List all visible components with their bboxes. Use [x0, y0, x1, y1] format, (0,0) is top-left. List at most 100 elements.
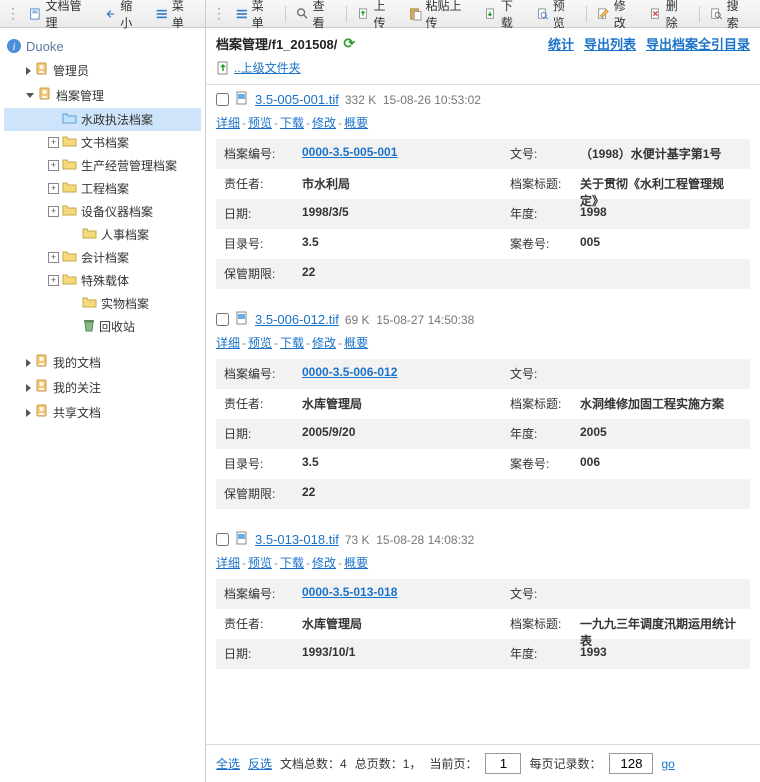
field-value: 0000-3.5-006-012: [294, 359, 502, 389]
tree-node[interactable]: +设备仪器档案: [4, 200, 201, 223]
tree-node[interactable]: + 工程档案: [4, 177, 201, 200]
tree-node[interactable]: 我的文档: [4, 350, 201, 375]
file-summary-link[interactable]: 概要: [344, 556, 368, 570]
file-download-link[interactable]: 下载: [280, 556, 304, 570]
file-edit-link[interactable]: 修改: [312, 336, 336, 350]
file-summary-link[interactable]: 概要: [344, 336, 368, 350]
doc-icon: [216, 61, 230, 75]
tree-node-label: 文书档案: [81, 134, 129, 151]
archive-no-link[interactable]: 0000-3.5-005-001: [302, 145, 397, 159]
file-name-link[interactable]: 3.5-013-018.tif: [255, 532, 339, 547]
file-edit-link[interactable]: 修改: [312, 116, 336, 130]
preview-label: 预览: [553, 0, 576, 31]
folder-icon: [62, 272, 78, 289]
field-value: 1998/3/5: [294, 199, 502, 229]
file-icon: [235, 531, 249, 548]
user-icon: [34, 403, 50, 422]
file-action-links: 详细-预览-下载-修改-概要: [216, 550, 750, 579]
invert-select-link[interactable]: 反选: [248, 755, 272, 772]
file-icon: [235, 311, 249, 328]
user-icon: [37, 86, 53, 105]
footer: 全选 反选 文档总数：4 总页数：1， 当前页： 每页记录数： go: [206, 744, 760, 782]
expander-icon[interactable]: +: [48, 160, 59, 171]
tree-node-label: 特殊载体: [81, 272, 129, 289]
doc-manage-label: 文档管理: [46, 0, 92, 31]
tree-node[interactable]: +会计档案: [4, 246, 201, 269]
file-name-link[interactable]: 3.5-006-012.tif: [255, 312, 339, 327]
folder-open-icon: [62, 111, 78, 128]
file-detail-link[interactable]: 详细: [216, 556, 240, 570]
sidebar-toolbar: ⋮ 文档管理 缩小 菜单: [0, 0, 205, 28]
expand-icon: [26, 409, 31, 417]
user-icon: [34, 353, 50, 372]
tree-node-label: 工程档案: [81, 180, 129, 197]
per-page-input[interactable]: [609, 753, 653, 774]
field-value: 3.5: [294, 229, 502, 259]
file-download-link[interactable]: 下载: [280, 336, 304, 350]
stats-link[interactable]: 统计: [548, 34, 574, 53]
field-value: 1993/10/1: [294, 639, 502, 669]
file-download-link[interactable]: 下载: [280, 116, 304, 130]
tree-node[interactable]: +生产经营管理档案: [4, 154, 201, 177]
field-label: 年度:: [502, 419, 572, 449]
field-label: 档案编号:: [216, 139, 294, 169]
file-detail-link[interactable]: 详细: [216, 116, 240, 130]
export-full-link[interactable]: 导出档案全引目录: [646, 34, 750, 53]
tree-node[interactable]: 人事档案: [4, 223, 201, 246]
file-preview-link[interactable]: 预览: [248, 556, 272, 570]
page-count-label: 总页数：1，: [355, 755, 422, 772]
tree-node[interactable]: 水政执法档案: [4, 108, 201, 131]
tree-node[interactable]: 实物档案: [4, 292, 201, 315]
user-icon: [34, 378, 50, 397]
tree-node[interactable]: 管理员: [4, 58, 201, 83]
expand-icon: [26, 359, 31, 367]
tree-node[interactable]: 共享文档: [4, 400, 201, 425]
tree-node[interactable]: 我的关注: [4, 375, 201, 400]
file-edit-link[interactable]: 修改: [312, 556, 336, 570]
tree-node[interactable]: + 特殊载体: [4, 269, 201, 292]
archive-no-link[interactable]: 0000-3.5-006-012: [302, 365, 397, 379]
tree-root[interactable]: i Duoke: [4, 34, 201, 58]
file-preview-link[interactable]: 预览: [248, 336, 272, 350]
expander-icon[interactable]: +: [48, 206, 59, 217]
up-folder-link[interactable]: ..上级文件夹: [234, 59, 301, 76]
file-detail-link[interactable]: 详细: [216, 336, 240, 350]
select-all-link[interactable]: 全选: [216, 755, 240, 772]
file-preview-link[interactable]: 预览: [248, 116, 272, 130]
tree-node-label: 共享文档: [53, 404, 101, 421]
field-value: [572, 359, 750, 389]
file-meta: 69 K 15-08-27 14:50:38: [345, 313, 474, 327]
expand-icon: [26, 384, 31, 392]
go-link[interactable]: go: [661, 757, 674, 771]
folder-icon: [62, 249, 78, 266]
tree-node[interactable]: 档案管理: [4, 83, 201, 108]
tree-node-label: 实物档案: [101, 295, 149, 312]
tree-node[interactable]: 回收站: [4, 315, 201, 338]
field-value: 水库管理局: [294, 389, 502, 419]
field-label: 案卷号:: [502, 449, 572, 479]
expander-icon[interactable]: +: [48, 252, 59, 263]
refresh-icon[interactable]: ⟳: [343, 35, 355, 52]
expander-icon[interactable]: +: [48, 183, 59, 194]
file-checkbox[interactable]: [216, 533, 229, 546]
cur-page-label: 当前页：: [429, 755, 477, 772]
field-value: 005: [572, 229, 750, 259]
cur-page-input[interactable]: [485, 753, 521, 774]
file-checkbox[interactable]: [216, 313, 229, 326]
shrink-icon: [104, 7, 117, 21]
expander-icon[interactable]: +: [48, 137, 59, 148]
tree-node[interactable]: + 文书档案: [4, 131, 201, 154]
separator: [699, 6, 700, 22]
file-name-link[interactable]: 3.5-005-001.tif: [255, 92, 339, 107]
file-summary-link[interactable]: 概要: [344, 116, 368, 130]
field-label: [502, 479, 572, 509]
archive-no-link[interactable]: 0000-3.5-013-018: [302, 585, 397, 599]
paste-label: 粘贴上传: [425, 0, 472, 31]
file-detail-table: 档案编号:0000-3.5-013-018文号:责任者:水库管理局档案标题:一九…: [216, 579, 750, 669]
file-checkbox[interactable]: [216, 93, 229, 106]
field-label: 文号:: [502, 359, 572, 389]
export-list-link[interactable]: 导出列表: [584, 34, 636, 53]
separator: [346, 6, 347, 22]
expander-icon[interactable]: +: [48, 275, 59, 286]
field-value: 0000-3.5-013-018: [294, 579, 502, 609]
